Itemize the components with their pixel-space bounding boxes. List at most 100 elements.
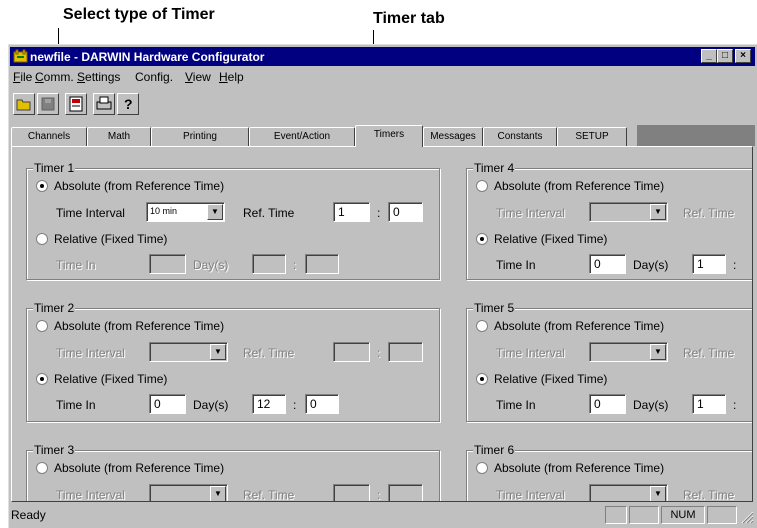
maximize-button[interactable]: □ [717, 49, 733, 63]
title-bar: newfile - DARWIN Hardware Configurator _… [10, 47, 755, 66]
timer-5-hours[interactable]: 1 [692, 394, 726, 414]
timer-1-ref-minute[interactable]: 0 [388, 202, 423, 222]
configure-icon[interactable] [65, 93, 87, 115]
menu-settings[interactable]: Settings [77, 70, 120, 84]
timer-6-reftime-label: Ref. Time [683, 488, 735, 502]
timer-2-days[interactable]: 0 [149, 394, 186, 414]
timer-2-absolute-label: Absolute (from Reference Time) [54, 319, 225, 333]
timer-2-absolute-radio[interactable] [36, 320, 48, 332]
timer-1-relative-radio[interactable] [36, 233, 48, 245]
timer-4-interval-select[interactable]: ▼ [589, 202, 668, 222]
chevron-down-icon[interactable]: ▼ [210, 486, 226, 501]
timer-1-ref-hour[interactable]: 1 [333, 202, 370, 222]
chevron-down-icon[interactable]: ▼ [650, 486, 666, 501]
tab-setup[interactable]: SETUP [557, 127, 627, 146]
timer-3-ref-hour[interactable] [333, 484, 370, 501]
timer-5-absolute-option[interactable]: Absolute (from Reference Time) [476, 319, 664, 335]
chevron-down-icon[interactable]: ▼ [207, 204, 223, 220]
timer-5-relative-option[interactable]: Relative (Fixed Time) [476, 372, 607, 388]
menu-comm[interactable]: Comm. [35, 70, 74, 84]
timer-1-absolute-radio[interactable] [36, 180, 48, 192]
timer-5-days[interactable]: 0 [589, 394, 626, 414]
timer-2-title: Timer 2 [33, 301, 76, 315]
timer-2-ref-hour[interactable] [333, 342, 370, 362]
timer-6-absolute-label: Absolute (from Reference Time) [494, 461, 665, 475]
callout-timer-tab: Timer tab [373, 10, 445, 27]
chevron-down-icon[interactable]: ▼ [650, 344, 666, 360]
timer-3-absolute-option[interactable]: Absolute (from Reference Time) [36, 461, 224, 477]
timer-2-relative-option[interactable]: Relative (Fixed Time) [36, 372, 167, 388]
timer-3-title: Timer 3 [33, 443, 76, 457]
menu-view[interactable]: View [185, 70, 211, 84]
timer-1-colon: : [293, 258, 297, 272]
timer-2-group: Timer 2 Absolute (from Reference Time) T… [26, 301, 440, 422]
timer-6-absolute-option[interactable]: Absolute (from Reference Time) [476, 461, 664, 477]
menu-file[interactable]: File [13, 70, 32, 84]
tab-math[interactable]: Math [87, 127, 151, 146]
tab-messages[interactable]: Messages [423, 127, 483, 146]
tab-printing[interactable]: Printing [151, 127, 249, 146]
timer-3-absolute-radio[interactable] [36, 462, 48, 474]
timer-4-title: Timer 4 [473, 161, 516, 175]
timer-1-interval-select[interactable]: 10 min ▼ [146, 202, 225, 222]
svg-text:?: ? [124, 96, 133, 112]
save-disk-icon[interactable] [37, 93, 59, 115]
timer-3-absolute-label: Absolute (from Reference Time) [54, 461, 225, 475]
toolbar: ? [11, 91, 755, 119]
menu-config[interactable]: Config. [135, 70, 173, 84]
timer-3-interval-select[interactable]: ▼ [149, 484, 228, 501]
timer-3-group: Timer 3 Absolute (from Reference Time) T… [26, 443, 440, 502]
status-text: Ready [11, 508, 46, 522]
timer-6-interval-select[interactable]: ▼ [589, 484, 668, 501]
timer-4-reftime-label: Ref. Time [683, 206, 735, 220]
timer-4-days-label: Day(s) [633, 258, 669, 272]
timer-6-group: Timer 6 Absolute (from Reference Time) T… [466, 443, 752, 502]
resize-grip-icon[interactable] [740, 510, 754, 524]
tab-strip-filler [637, 125, 755, 146]
timer-5-absolute-radio[interactable] [476, 320, 488, 332]
app-icon [13, 49, 28, 63]
timer-1-absolute-label: Absolute (from Reference Time) [54, 179, 225, 193]
close-button[interactable]: × [735, 49, 751, 63]
menu-bar: File Comm. Settings Config. View Help [11, 67, 755, 87]
menu-help[interactable]: Help [219, 70, 244, 84]
timer-6-interval-label: Time Interval [496, 488, 565, 502]
print-icon[interactable] [93, 93, 115, 115]
timer-2-hours[interactable]: 12 [252, 394, 286, 414]
timer-4-absolute-radio[interactable] [476, 180, 488, 192]
timer-4-relative-option[interactable]: Relative (Fixed Time) [476, 232, 607, 248]
tab-constants[interactable]: Constants [483, 127, 557, 146]
help-icon[interactable]: ? [117, 93, 139, 115]
status-panel-1 [605, 506, 627, 524]
chevron-down-icon[interactable]: ▼ [210, 344, 226, 360]
timer-1-absolute-option[interactable]: Absolute (from Reference Time) [36, 179, 224, 195]
timer-4-hours[interactable]: 1 [692, 254, 726, 274]
timer-4-days[interactable]: 0 [589, 254, 626, 274]
timer-1-days[interactable] [149, 254, 186, 274]
timer-1-hours[interactable] [252, 254, 286, 274]
tab-event-action[interactable]: Event/Action [249, 127, 355, 146]
timer-2-interval-select[interactable]: ▼ [149, 342, 228, 362]
app-window: newfile - DARWIN Hardware Configurator _… [8, 44, 757, 528]
timer-1-minutes[interactable] [305, 254, 339, 274]
open-folder-icon[interactable] [13, 93, 35, 115]
timer-6-absolute-radio[interactable] [476, 462, 488, 474]
timer-4-relative-radio[interactable] [476, 233, 488, 245]
timer-5-interval-select[interactable]: ▼ [589, 342, 668, 362]
tab-timers[interactable]: Timers [355, 125, 423, 147]
tab-channels[interactable]: Channels [11, 127, 87, 146]
minimize-button[interactable]: _ [701, 49, 717, 63]
timer-5-relative-radio[interactable] [476, 373, 488, 385]
timer-2-absolute-option[interactable]: Absolute (from Reference Time) [36, 319, 224, 335]
timer-2-ref-minute[interactable] [388, 342, 423, 362]
timer-3-ref-minute[interactable] [388, 484, 423, 501]
timer-4-absolute-option[interactable]: Absolute (from Reference Time) [476, 179, 664, 195]
timer-4-absolute-label: Absolute (from Reference Time) [494, 179, 665, 193]
timer-3-ref-colon: : [377, 488, 381, 502]
timer-2-relative-radio[interactable] [36, 373, 48, 385]
timer-2-minutes[interactable]: 0 [305, 394, 339, 414]
timer-1-relative-option[interactable]: Relative (Fixed Time) [36, 232, 167, 248]
status-bar: Ready NUM [9, 503, 757, 527]
timer-5-title: Timer 5 [473, 301, 516, 315]
chevron-down-icon[interactable]: ▼ [650, 204, 666, 220]
